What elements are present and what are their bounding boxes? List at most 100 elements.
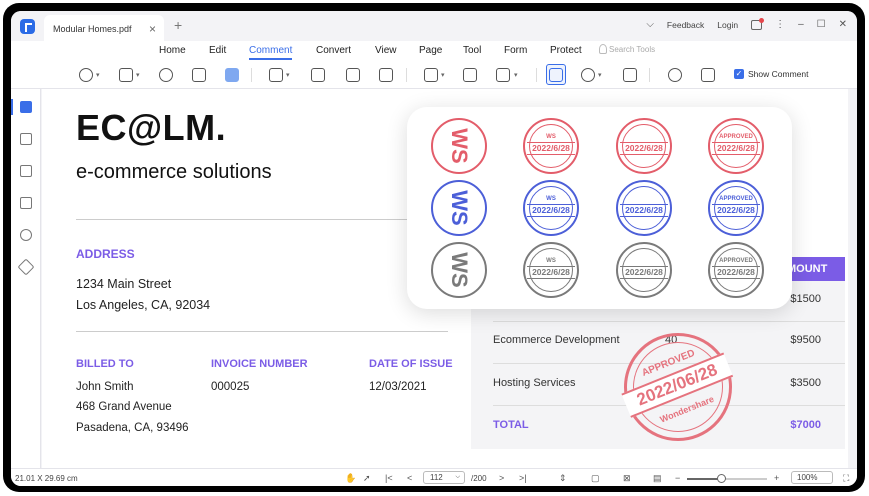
chevron-down-icon[interactable]: ⌵ — [646, 19, 654, 30]
fit-width-icon[interactable]: ▢ — [591, 473, 600, 484]
stamp-ws-grey[interactable]: WS — [431, 242, 487, 298]
menu-form[interactable]: Form — [504, 45, 527, 56]
stamp-date-red[interactable]: 2022/6/28 — [616, 118, 672, 174]
fullscreen-icon[interactable]: ⛶ — [843, 473, 849, 484]
stamp-text: WS — [447, 128, 472, 164]
text-icon[interactable] — [311, 68, 325, 82]
menu-edit[interactable]: Edit — [209, 45, 226, 56]
more-options-icon[interactable]: ⋮ — [775, 19, 785, 30]
area-highlight-icon[interactable] — [119, 68, 133, 82]
menu-comment[interactable]: Comment — [249, 45, 293, 60]
stamp-ws-blue[interactable]: WS — [431, 180, 487, 236]
text-box-icon[interactable] — [346, 68, 360, 82]
measure-icon[interactable] — [496, 68, 510, 82]
signature-stamp-icon[interactable] — [581, 68, 595, 82]
menu-page[interactable]: Page — [419, 45, 442, 56]
underline-icon[interactable] — [269, 68, 283, 82]
menu-tool[interactable]: Tool — [463, 45, 481, 56]
chevron-down-icon[interactable]: ▾ — [441, 71, 445, 79]
stamp-text: WS — [546, 258, 556, 264]
color-swatch-icon[interactable] — [225, 68, 239, 82]
title-bar-actions: ⌵ Feedback Login ⋮ – ☐ ✕ — [646, 17, 847, 30]
menu-home[interactable]: Home — [159, 45, 186, 56]
notification-icon[interactable] — [751, 17, 765, 30]
stamp-date: 2022/6/28 — [625, 143, 663, 153]
zoom-slider-fill — [687, 478, 721, 480]
attachment-icon[interactable] — [668, 68, 682, 82]
page-layout-icon[interactable]: ▤ — [653, 473, 662, 484]
stamp-date: 2022/6/28 — [532, 267, 570, 277]
stamp-approved-blue[interactable]: APPROVED 2022/6/28 — [708, 180, 764, 236]
note-icon[interactable] — [463, 68, 477, 82]
last-page-icon[interactable]: >| — [519, 473, 527, 483]
eraser-icon[interactable] — [192, 68, 206, 82]
zoom-in-icon[interactable]: + — [774, 473, 779, 483]
billed-street: 468 Grand Avenue — [76, 401, 172, 413]
callout-icon[interactable] — [379, 68, 393, 82]
document-tab[interactable]: Modular Homes.pdf × — [44, 15, 164, 41]
shape-icon[interactable] — [424, 68, 438, 82]
prev-page-icon[interactable]: < — [407, 473, 412, 483]
chevron-down-icon[interactable]: ▾ — [286, 71, 290, 79]
stamp-ws-date-red[interactable]: WS 2022/6/28 — [523, 118, 579, 174]
next-page-icon[interactable]: > — [499, 473, 504, 483]
menu-protect[interactable]: Protect — [550, 45, 582, 56]
billed-city: Pasadena, CA, 93496 — [76, 422, 189, 434]
chevron-down-icon[interactable]: ⌵ — [455, 474, 460, 481]
pencil-icon[interactable] — [159, 68, 173, 82]
select-tool-icon[interactable]: ➚ — [363, 473, 371, 484]
stamp-ws-date-grey[interactable]: WS 2022/6/28 — [523, 242, 579, 298]
search-icon[interactable] — [20, 229, 32, 241]
stamp-approved-grey[interactable]: APPROVED 2022/6/28 — [708, 242, 764, 298]
feedback-link[interactable]: Feedback — [667, 20, 704, 30]
amount-cell: $3500 — [790, 377, 821, 389]
hand-tool-icon[interactable]: ✋ — [345, 473, 356, 484]
chevron-down-icon[interactable]: ▾ — [514, 71, 518, 79]
show-comment-checkbox[interactable]: ✓ — [734, 69, 744, 79]
chevron-down-icon[interactable]: ▾ — [598, 71, 602, 79]
thumbnails-icon[interactable] — [20, 101, 32, 113]
zoom-level-select[interactable]: 100% — [791, 471, 833, 484]
attachment-panel-icon[interactable] — [20, 197, 32, 209]
bookmark-icon[interactable] — [20, 133, 32, 145]
zoom-slider-knob[interactable] — [716, 474, 726, 483]
search-tools-input[interactable]: Search Tools — [609, 45, 655, 54]
zoom-slider[interactable] — [687, 474, 767, 483]
comment-list-icon[interactable] — [701, 68, 715, 82]
toolbar-divider — [536, 68, 537, 82]
page-number-input[interactable]: 112 ⌵ — [423, 471, 465, 484]
stamp-date: 2022/6/28 — [625, 267, 663, 277]
rotate-icon[interactable]: ⊠ — [623, 473, 631, 484]
show-comment-toggle[interactable]: ✓ Show Comment — [734, 69, 808, 79]
minimize-icon[interactable]: – — [798, 19, 804, 30]
zoom-out-icon[interactable]: − — [675, 473, 680, 483]
address-label: ADDRESS — [76, 247, 135, 261]
chevron-down-icon[interactable]: ▾ — [136, 71, 140, 79]
highlight-icon[interactable] — [79, 68, 93, 82]
close-window-icon[interactable]: ✕ — [839, 19, 847, 30]
sign-pen-icon[interactable] — [623, 68, 637, 82]
first-page-icon[interactable]: |< — [385, 473, 393, 483]
layers-icon[interactable] — [17, 258, 35, 276]
stamp-icon[interactable] — [549, 68, 563, 82]
stamp-date-blue[interactable]: 2022/6/28 — [616, 180, 672, 236]
new-tab-icon[interactable]: + — [174, 17, 182, 33]
address-line-2: Los Angeles, CA, 92034 — [76, 298, 211, 312]
vertical-scrollbar[interactable] — [848, 89, 857, 468]
stamp-approved-red[interactable]: APPROVED 2022/6/28 — [708, 118, 764, 174]
comment-icon[interactable] — [20, 165, 32, 177]
login-link[interactable]: Login — [717, 20, 738, 30]
stamp-date-grey[interactable]: 2022/6/28 — [616, 242, 672, 298]
date-of-issue-label: DATE OF ISSUE — [369, 358, 453, 370]
row-divider — [493, 321, 845, 322]
chevron-down-icon[interactable]: ▾ — [96, 71, 100, 79]
stamp-ws-red[interactable]: WS — [431, 118, 487, 174]
menu-view[interactable]: View — [375, 45, 397, 56]
stamp-text: APPROVED — [719, 134, 753, 140]
stamp-ws-date-blue[interactable]: WS 2022/6/28 — [523, 180, 579, 236]
stamp-picker-popup: WS WS 2022/6/28 2022/6/28 APPROVED 2022/… — [407, 107, 792, 309]
menu-convert[interactable]: Convert — [316, 45, 351, 56]
maximize-icon[interactable]: ☐ — [817, 19, 826, 30]
fit-height-icon[interactable]: ⇕ — [559, 473, 567, 484]
close-tab-icon[interactable]: × — [149, 22, 156, 36]
